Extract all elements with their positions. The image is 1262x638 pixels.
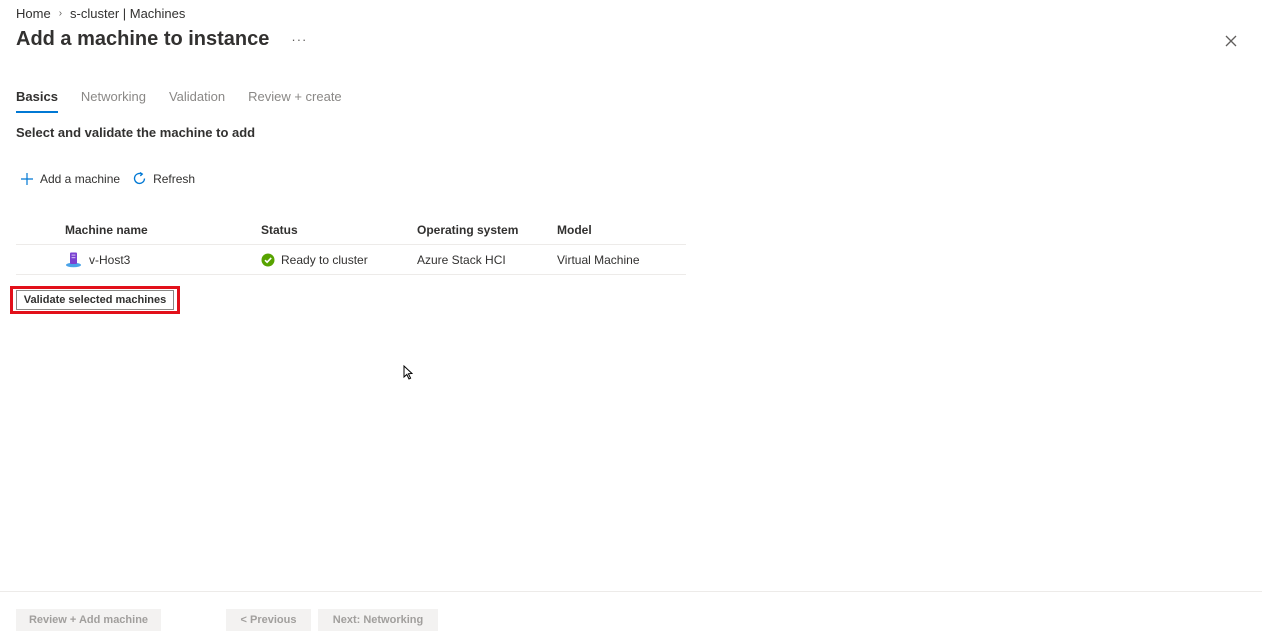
chevron-right-icon: › <box>58 8 63 19</box>
header-model[interactable]: Model <box>557 223 686 237</box>
model-cell: Virtual Machine <box>557 252 640 267</box>
table-row[interactable]: v-Host3 Ready to cluster Azure Stack HCI… <box>16 245 686 275</box>
breadcrumb-home-link[interactable]: Home <box>16 6 51 21</box>
add-machine-button[interactable]: Add a machine <box>20 172 120 186</box>
tab-networking[interactable]: Networking <box>81 89 146 113</box>
breadcrumb: Home › s-cluster | Machines <box>16 6 185 21</box>
toolbar: Add a machine Refresh <box>20 171 207 186</box>
header-machine-name[interactable]: Machine name <box>16 223 261 237</box>
operating-system-cell: Azure Stack HCI <box>417 252 506 267</box>
machine-name[interactable]: v-Host3 <box>89 253 130 267</box>
status-text: Ready to cluster <box>281 252 368 267</box>
title-row: Add a machine to instance ··· <box>16 28 307 51</box>
header-operating-system[interactable]: Operating system <box>417 223 557 237</box>
next-networking-button[interactable]: Next: Networking <box>318 609 438 631</box>
virtual-machine-icon <box>66 252 81 268</box>
refresh-label: Refresh <box>153 171 196 186</box>
previous-button[interactable]: < Previous <box>226 609 311 631</box>
machines-table: Machine name Status Operating system Mod… <box>16 215 686 275</box>
refresh-button[interactable]: Refresh <box>132 171 195 186</box>
refresh-icon <box>133 171 146 185</box>
section-heading: Select and validate the machine to add <box>16 125 256 140</box>
machine-name-cell: v-Host3 <box>16 251 261 268</box>
status-cell: Ready to cluster <box>261 253 417 267</box>
table-header-row: Machine name Status Operating system Mod… <box>16 215 686 245</box>
tab-validation[interactable]: Validation <box>169 89 225 113</box>
header-status[interactable]: Status <box>261 223 417 237</box>
page-title: Add a machine to instance <box>16 28 270 50</box>
close-icon[interactable] <box>1222 32 1240 50</box>
mouse-cursor-icon <box>403 364 414 385</box>
add-machine-label: Add a machine <box>40 171 121 186</box>
footer-bar: Review + Add machine < Previous Next: Ne… <box>0 591 1262 638</box>
more-options-icon[interactable]: ··· <box>291 32 307 47</box>
validate-selected-machines-button[interactable]: Validate selected machines <box>16 290 174 310</box>
success-check-icon <box>261 253 275 266</box>
review-add-machine-button[interactable]: Review + Add machine <box>16 609 161 631</box>
tab-review-create[interactable]: Review + create <box>248 89 342 113</box>
plus-icon <box>21 172 33 185</box>
tab-bar: Basics Networking Validation Review + cr… <box>16 89 365 113</box>
tab-basics[interactable]: Basics <box>16 89 58 113</box>
breadcrumb-current-link[interactable]: s-cluster | Machines <box>70 6 185 21</box>
